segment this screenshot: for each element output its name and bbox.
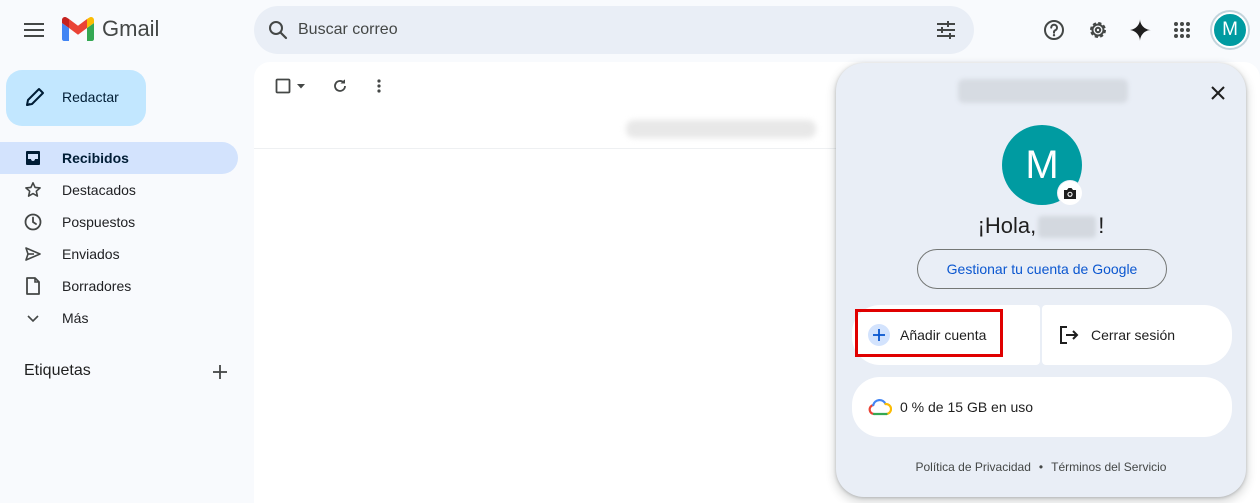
gemini-sparkle-icon[interactable] xyxy=(1124,14,1156,46)
account-avatar[interactable]: M xyxy=(1212,12,1248,48)
labels-heading: Etiquetas xyxy=(24,362,234,382)
more-vert-icon[interactable] xyxy=(367,74,391,98)
cloud-icon xyxy=(868,399,892,416)
sidebar-item-drafts[interactable]: Borradores xyxy=(0,270,238,302)
sidebar-item-label: Enviados xyxy=(62,246,120,262)
clock-icon xyxy=(24,213,42,231)
draft-icon xyxy=(24,277,42,295)
add-account-button[interactable]: Añadir cuenta xyxy=(852,305,1040,365)
search-input[interactable] xyxy=(298,18,898,42)
storage-usage-label: 0 % de 15 GB en uso xyxy=(900,399,1034,415)
search-options-icon[interactable] xyxy=(934,18,958,42)
help-icon[interactable] xyxy=(1038,14,1070,46)
sidebar-item-label: Más xyxy=(62,310,89,326)
privacy-policy-link[interactable]: Política de Privacidad xyxy=(916,460,1031,474)
close-icon[interactable] xyxy=(1204,79,1232,107)
search-icon[interactable] xyxy=(266,18,290,42)
sidebar-item-snoozed[interactable]: Pospuestos xyxy=(0,206,238,238)
add-label-plus-icon[interactable] xyxy=(210,362,230,382)
sidebar-nav: Recibidos Destacados Pospuestos Enviados… xyxy=(0,142,238,334)
top-bar: Gmail M xyxy=(0,0,1260,62)
sign-out-label: Cerrar sesión xyxy=(1091,327,1176,343)
send-icon xyxy=(24,245,42,263)
mail-toolbar xyxy=(254,62,854,110)
greeting-suffix: ! xyxy=(1098,213,1105,238)
redacted-content xyxy=(626,120,816,138)
app-name: Gmail xyxy=(102,16,160,41)
redacted-email xyxy=(958,79,1128,103)
gmail-logo[interactable]: Gmail xyxy=(62,16,159,42)
apps-grid-icon[interactable] xyxy=(1166,14,1198,46)
sidebar-item-more[interactable]: Más xyxy=(0,302,238,334)
account-panel: M ¡Hola,! Gestionar tu cuenta de Google … xyxy=(836,63,1246,497)
sidebar-item-label: Recibidos xyxy=(62,150,129,166)
greeting: ¡Hola,! xyxy=(836,213,1246,239)
caret-down-icon xyxy=(296,84,305,89)
greeting-prefix: ¡Hola, xyxy=(977,213,1037,238)
star-icon xyxy=(24,181,42,199)
compose-label: Redactar xyxy=(62,89,119,105)
gmail-m-icon xyxy=(62,17,94,41)
divider xyxy=(254,148,854,149)
checkbox-icon xyxy=(275,78,290,94)
inbox-icon xyxy=(24,149,42,167)
labels-heading-text: Etiquetas xyxy=(24,362,91,379)
main-menu-icon[interactable] xyxy=(18,14,50,46)
highlight-box xyxy=(855,309,1003,357)
sidebar-item-label: Destacados xyxy=(62,182,136,198)
pencil-icon xyxy=(26,88,44,106)
manage-account-label: Gestionar tu cuenta de Google xyxy=(946,261,1138,277)
redacted-name xyxy=(1038,216,1097,239)
panel-footer: Política de Privacidad • Términos del Serv… xyxy=(836,460,1246,474)
chevron-down-icon xyxy=(24,309,42,327)
manage-account-button[interactable]: Gestionar tu cuenta de Google xyxy=(917,249,1167,289)
sidebar-item-inbox[interactable]: Recibidos xyxy=(0,142,238,174)
separator-dot: • xyxy=(1038,460,1044,474)
terms-of-service-link[interactable]: Términos del Servicio xyxy=(1051,460,1166,474)
account-actions: Añadir cuenta Cerrar sesión xyxy=(852,305,1232,365)
camera-icon[interactable] xyxy=(1058,181,1082,205)
sidebar-item-label: Pospuestos xyxy=(62,214,136,230)
sign-out-button[interactable]: Cerrar sesión xyxy=(1042,305,1232,365)
sidebar-item-starred[interactable]: Destacados xyxy=(0,174,238,206)
compose-button[interactable]: Redactar xyxy=(6,70,146,126)
refresh-icon[interactable] xyxy=(328,74,352,98)
search-bar[interactable] xyxy=(254,6,974,54)
settings-gear-icon[interactable] xyxy=(1082,14,1114,46)
sidebar-item-label: Borradores xyxy=(62,278,132,294)
logout-icon xyxy=(1060,326,1079,344)
sidebar-item-sent[interactable]: Enviados xyxy=(0,238,238,270)
storage-usage-button[interactable]: 0 % de 15 GB en uso xyxy=(852,377,1232,437)
select-checkbox[interactable] xyxy=(272,74,308,98)
